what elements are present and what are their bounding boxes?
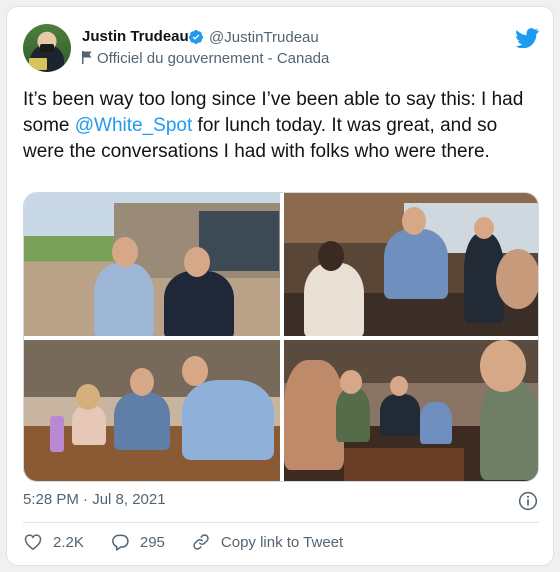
like-count: 2.2K <box>53 533 84 551</box>
reply-count: 295 <box>139 533 165 551</box>
mention-link[interactable]: @White_Spot <box>75 115 193 136</box>
twitter-bird-icon[interactable] <box>515 28 539 48</box>
author-handle[interactable]: @JustinTrudeau <box>209 29 319 46</box>
government-label: Officiel du gouvernement - Canada <box>82 50 329 67</box>
copy-link-button[interactable]: Copy link to Tweet <box>191 532 343 552</box>
tweet-card: Justin Trudeau @JustinTrudeau Officiel d… <box>6 6 554 566</box>
reply-icon <box>112 534 129 551</box>
like-button[interactable]: 2.2K <box>23 532 84 552</box>
heart-icon <box>24 534 42 550</box>
reply-button[interactable]: 295 <box>110 532 165 552</box>
link-icon <box>193 534 209 550</box>
photo-2[interactable] <box>284 193 538 336</box>
copy-link-label: Copy link to Tweet <box>220 533 344 551</box>
divider <box>23 522 539 523</box>
info-icon[interactable] <box>518 491 538 511</box>
photo-grid <box>23 192 539 482</box>
tweet-text: It’s been way too long since I’ve been a… <box>23 89 524 162</box>
photo-1[interactable] <box>24 193 280 336</box>
photo-3[interactable] <box>24 340 280 481</box>
avatar[interactable] <box>23 24 71 72</box>
government-flag-icon <box>82 51 92 64</box>
tweet-actions: 2.2K 295 Copy link to Tweet <box>23 531 369 553</box>
photo-4[interactable] <box>284 340 538 481</box>
tweet-timestamp[interactable]: 5:28 PM · Jul 8, 2021 <box>23 491 166 508</box>
verified-badge-icon <box>189 30 203 44</box>
government-label-text: Officiel du gouvernement - Canada <box>97 50 330 67</box>
author-name[interactable]: Justin Trudeau <box>82 28 189 45</box>
